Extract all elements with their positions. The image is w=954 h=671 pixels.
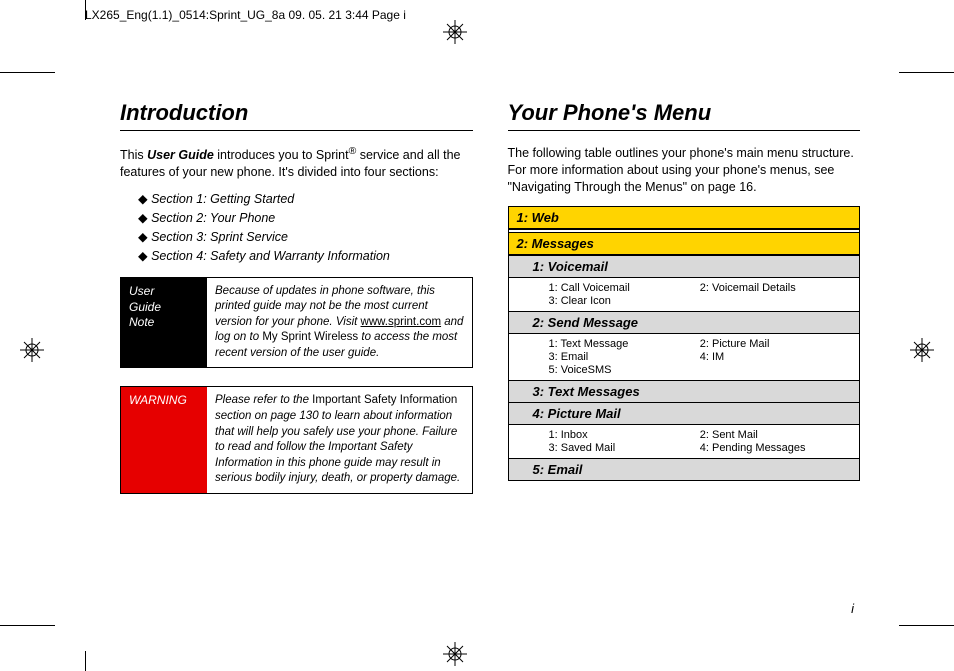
section-list: Section 1: Getting Started Section 2: Yo… bbox=[120, 191, 473, 263]
crop-mark bbox=[85, 0, 86, 20]
crop-mark bbox=[899, 72, 954, 73]
menu-row-text: 3: Text Messages bbox=[509, 380, 860, 402]
menu-row-messages: 2: Messages bbox=[509, 232, 860, 255]
crop-mark bbox=[0, 625, 55, 626]
warning-label: WARNING bbox=[121, 387, 207, 492]
menu-sub-send: 1: Text Message2: Picture Mail 3: Email4… bbox=[509, 333, 860, 380]
page-content: Introduction This User Guide introduces … bbox=[120, 100, 860, 512]
heading-introduction: Introduction bbox=[120, 100, 473, 126]
section-item: Section 1: Getting Started bbox=[138, 191, 473, 206]
warning-note: WARNING Please refer to the Important Sa… bbox=[120, 386, 473, 493]
section-item: Section 4: Safety and Warranty Informati… bbox=[138, 248, 473, 263]
registration-mark-icon bbox=[443, 20, 467, 44]
crop-mark bbox=[85, 651, 86, 671]
left-column: Introduction This User Guide introduces … bbox=[120, 100, 473, 512]
registration-mark-icon bbox=[20, 338, 44, 362]
section-item: Section 2: Your Phone bbox=[138, 210, 473, 225]
crop-mark bbox=[0, 72, 55, 73]
menu-table: 1: Web 2: Messages 1: Voicemail 1: Call … bbox=[508, 206, 861, 481]
user-guide-note: User Guide Note Because of updates in ph… bbox=[120, 277, 473, 369]
menu-row-email: 5: Email bbox=[509, 458, 860, 480]
menu-intro: The following table outlines your phone'… bbox=[508, 145, 861, 196]
note-label: User Guide Note bbox=[121, 278, 207, 368]
intro-paragraph: This User Guide introduces you to Sprint… bbox=[120, 145, 473, 181]
right-column: Your Phone's Menu The following table ou… bbox=[508, 100, 861, 512]
section-item: Section 3: Sprint Service bbox=[138, 229, 473, 244]
print-header: LX265_Eng(1.1)_0514:Sprint_UG_8a 09. 05.… bbox=[85, 8, 406, 22]
crop-mark bbox=[899, 625, 954, 626]
registration-mark-icon bbox=[910, 338, 934, 362]
menu-sub-picmail: 1: Inbox2: Sent Mail 3: Saved Mail4: Pen… bbox=[509, 424, 860, 458]
menu-row-web: 1: Web bbox=[509, 207, 860, 229]
warning-body: Please refer to the Important Safety Inf… bbox=[207, 387, 472, 492]
menu-sub-voicemail: 1: Call Voicemail2: Voicemail Details 3:… bbox=[509, 277, 860, 311]
menu-row-picmail: 4: Picture Mail bbox=[509, 402, 860, 424]
heading-rule bbox=[508, 130, 861, 131]
menu-row-voicemail: 1: Voicemail bbox=[509, 255, 860, 277]
page-number: i bbox=[851, 601, 854, 616]
heading-menu: Your Phone's Menu bbox=[508, 100, 861, 126]
menu-row-send: 2: Send Message bbox=[509, 311, 860, 333]
heading-rule bbox=[120, 130, 473, 131]
note-body: Because of updates in phone software, th… bbox=[207, 278, 472, 368]
registration-mark-icon bbox=[443, 642, 467, 666]
